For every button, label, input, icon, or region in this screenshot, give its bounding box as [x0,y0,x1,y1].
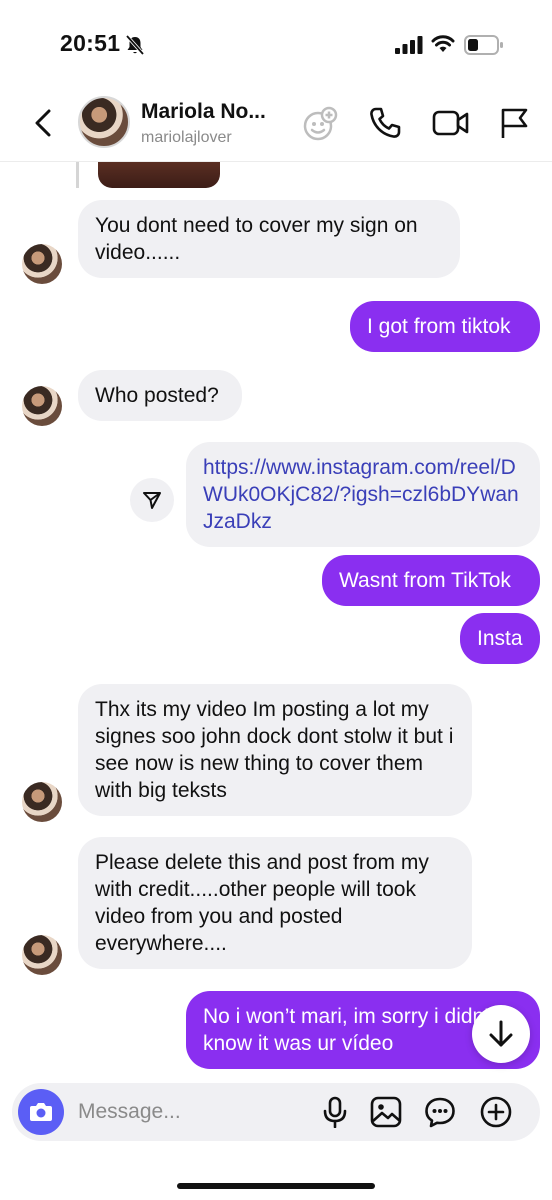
video-icon[interactable] [432,108,470,138]
sender-avatar[interactable] [22,935,62,975]
message-bubble[interactable]: Please delete this and post from my with… [78,837,472,969]
message-bubble[interactable]: Who posted? [78,370,242,421]
contact-avatar[interactable] [78,96,130,148]
bell-off-icon [125,34,145,56]
sender-avatar[interactable] [22,244,62,284]
sender-avatar[interactable] [22,386,62,426]
wifi-icon [431,35,455,52]
shared-media-thumbnail[interactable] [98,162,220,188]
message-bubble[interactable]: Wasnt from TikTok [322,555,540,606]
sticker-icon[interactable] [424,1096,456,1128]
effects-icon[interactable] [302,106,338,142]
image-icon[interactable] [370,1096,402,1128]
message-bubble[interactable]: Thx its my video Im posting a lot my sig… [78,684,472,816]
arrow-down-icon [489,1020,513,1047]
flag-icon[interactable] [498,106,530,140]
message-bubble[interactable]: I got from tiktok [350,301,540,352]
mic-icon[interactable] [320,1096,350,1128]
reply-line [76,162,79,188]
scroll-to-bottom-button[interactable] [472,1005,530,1063]
battery-icon [464,35,503,55]
back-icon[interactable] [30,108,56,138]
message-bubble[interactable]: Insta [460,613,540,664]
chat-header: Mariola No... mariolajlover [0,84,552,162]
plus-icon[interactable] [480,1096,512,1128]
phone-icon[interactable] [368,106,402,140]
message-input[interactable] [78,1097,298,1127]
message-thread[interactable]: You dont need to cover my sign on video.… [0,162,552,1082]
signal-icon [395,36,423,54]
camera-button[interactable] [18,1089,64,1135]
home-indicator[interactable] [177,1183,375,1189]
share-icon [143,492,161,509]
camera-icon [30,1103,52,1121]
sender-avatar[interactable] [22,782,62,822]
message-bubble[interactable]: You dont need to cover my sign on video.… [78,200,460,278]
status-time: 20:51 [60,30,121,56]
share-button[interactable] [130,478,174,522]
contact-username[interactable]: mariolajlover [141,129,232,147]
shared-link-bubble[interactable]: https://www.instagram.com/reel/DWUk0OKjC… [186,442,540,547]
message-composer [12,1083,540,1141]
contact-name[interactable]: Mariola No... [141,100,266,124]
status-bar: 20:51 [0,0,552,84]
